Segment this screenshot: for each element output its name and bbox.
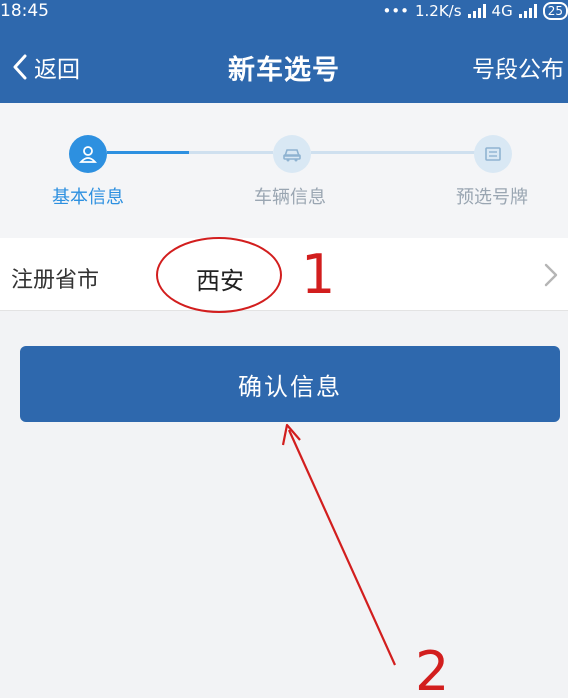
step-1-label: 基本信息 <box>52 187 124 208</box>
region-label: 注册省市 <box>11 268 100 293</box>
user-icon <box>79 146 97 163</box>
status-time: 18:45 <box>0 1 49 21</box>
step-3-label: 预选号牌 <box>456 187 528 208</box>
segment-announce-link[interactable]: 号段公布 <box>472 50 564 84</box>
app-header: 18:45 ••• 1.2K/s 4G 25 返回 新车选号 号段公布 <box>0 0 568 103</box>
nav-bar: 返回 新车选号 号段公布 <box>0 26 568 103</box>
step-2-circle <box>273 135 311 173</box>
plate-icon <box>485 147 501 161</box>
network-type: 4G <box>491 2 513 20</box>
confirm-info-button[interactable]: 确认信息 <box>20 346 560 422</box>
step-1-circle <box>69 135 107 173</box>
step-line-done <box>107 151 189 154</box>
progress-steps: 基本信息 车辆信息 预选号牌 <box>0 103 568 238</box>
signal-icon-2 <box>518 4 537 18</box>
annotation-number-2: 2 <box>415 640 450 698</box>
battery-icon: 25 <box>542 2 568 20</box>
annotation-arrow-head <box>281 423 301 446</box>
more-dots: ••• <box>382 2 409 20</box>
annotation-arrow-line <box>287 429 397 666</box>
status-bar: 18:45 ••• 1.2K/s 4G 25 <box>0 0 568 26</box>
region-value: 西安 <box>196 267 244 295</box>
car-icon <box>283 149 301 162</box>
step-3-circle <box>474 135 512 173</box>
network-speed: 1.2K/s <box>414 2 462 20</box>
chevron-right-icon <box>544 263 558 287</box>
step-2-label: 车辆信息 <box>254 187 326 208</box>
step-line-pending <box>189 151 273 154</box>
region-select-row[interactable]: 注册省市 西安 <box>0 238 568 311</box>
step-line-pending-2 <box>311 151 475 154</box>
status-indicators: ••• 1.2K/s 4G 25 <box>382 2 568 20</box>
annotation-number-1: 1 <box>301 243 336 306</box>
signal-icon <box>467 4 486 18</box>
